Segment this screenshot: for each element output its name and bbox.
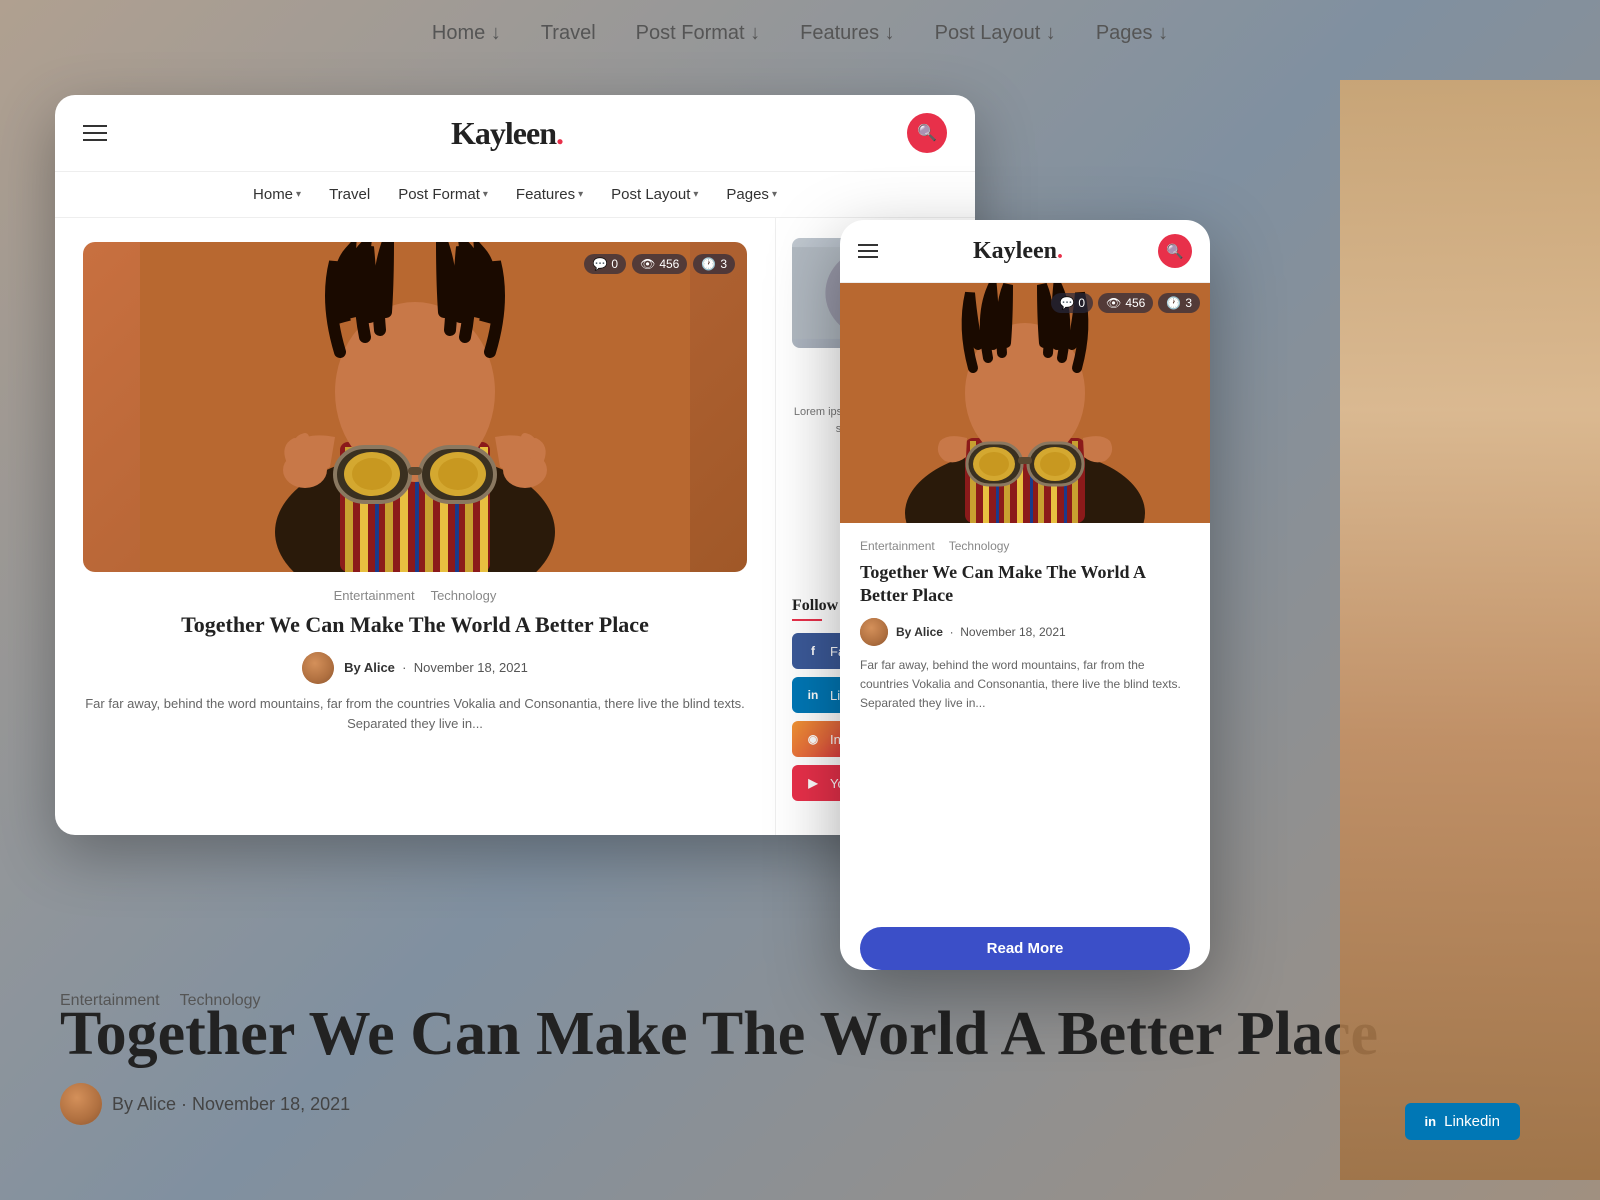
likes-badge: 🕐 3 xyxy=(693,254,735,274)
nav-home[interactable]: Home ▾ xyxy=(253,186,301,203)
nav-postlayout[interactable]: Post Layout ▾ xyxy=(611,186,698,203)
follow-divider xyxy=(792,619,822,621)
instagram-icon: ◉ xyxy=(804,730,822,748)
mobile-hamburger-line2 xyxy=(858,250,878,252)
mobile-article-title: Together We Can Make The World A Better … xyxy=(860,561,1190,608)
article-cat-technology[interactable]: Technology xyxy=(431,588,497,603)
bg-nav-home[interactable]: Home ↓ xyxy=(432,22,501,45)
mobile-hamburger-line1 xyxy=(858,244,878,246)
nav-pages[interactable]: Pages ▾ xyxy=(726,186,777,203)
mobile-likes-icon: 🕐 xyxy=(1166,296,1181,310)
mobile-article-excerpt: Far far away, behind the word mountains,… xyxy=(860,656,1190,714)
bg-right-panel xyxy=(1340,80,1600,1180)
desktop-nav: Home ▾ Travel Post Format ▾ Features ▾ P… xyxy=(55,172,975,218)
mobile-author-name: By Alice xyxy=(896,625,943,639)
mobile-mockup: Kayleen. 🔍 xyxy=(840,220,1210,970)
mobile-content: Entertainment Technology Together We Can… xyxy=(840,523,1210,913)
mobile-hamburger-line3 xyxy=(858,256,878,258)
article-author-row: By Alice · November 18, 2021 xyxy=(83,652,747,684)
bg-nav-pages[interactable]: Pages ↓ xyxy=(1096,22,1168,45)
bg-nav-travel[interactable]: Travel xyxy=(541,22,596,45)
mobile-article-badges: 💬 0 👁 456 🕐 3 xyxy=(1051,293,1200,313)
author-avatar xyxy=(302,652,334,684)
linkedin-icon: in xyxy=(804,686,822,704)
mobile-article-date: November 18, 2021 xyxy=(960,625,1065,639)
views-icon: 👁 xyxy=(640,257,655,271)
mobile-header: Kayleen. 🔍 xyxy=(840,220,1210,283)
hamburger-line3 xyxy=(83,139,107,141)
bg-nav-postformat[interactable]: Post Format ↓ xyxy=(636,22,760,45)
likes-icon: 🕐 xyxy=(701,257,716,271)
hamburger-menu-button[interactable] xyxy=(83,125,107,141)
comments-badge: 💬 0 xyxy=(584,254,626,274)
bg-author-avatar xyxy=(60,1083,102,1125)
mobile-author-avatar xyxy=(860,618,888,646)
youtube-icon: ▶ xyxy=(804,774,822,792)
article-excerpt: Far far away, behind the word mountains,… xyxy=(83,694,747,736)
mobile-views-icon: 👁 xyxy=(1106,296,1121,310)
article-title: Together We Can Make The World A Better … xyxy=(83,611,747,640)
desktop-mockup: Kayleen. 🔍 Home ▾ Travel Post Format ▾ F… xyxy=(55,95,975,835)
article-categories: Entertainment Technology xyxy=(83,588,747,603)
hamburger-line2 xyxy=(83,132,107,134)
linkedin-icon: in xyxy=(1425,1114,1437,1129)
mobile-cat-technology[interactable]: Technology xyxy=(949,539,1010,553)
logo-text: Kayleen xyxy=(451,115,556,151)
nav-pages-chevron: ▾ xyxy=(772,189,777,200)
mobile-author-row: By Alice · November 18, 2021 xyxy=(860,618,1190,646)
author-info: By Alice · November 18, 2021 xyxy=(344,660,528,675)
nav-features-chevron: ▾ xyxy=(578,189,583,200)
mobile-comment-icon: 💬 xyxy=(1059,296,1074,310)
nav-postformat-chevron: ▾ xyxy=(483,189,488,200)
bg-nav-features[interactable]: Features ↓ xyxy=(800,22,894,45)
mobile-logo-dot: . xyxy=(1057,238,1063,264)
linkedin-label: Linkedin xyxy=(1444,1113,1500,1130)
mobile-logo: Kayleen. xyxy=(973,238,1063,265)
nav-features[interactable]: Features ▾ xyxy=(516,186,583,203)
desktop-content: 💬 0 👁 456 🕐 3 Entertainment Technol xyxy=(55,218,975,835)
main-article: 💬 0 👁 456 🕐 3 Entertainment Technol xyxy=(55,218,775,835)
mobile-likes-badge: 🕐 3 xyxy=(1158,293,1200,313)
nav-home-chevron: ▾ xyxy=(296,189,301,200)
mobile-article-image: 💬 0 👁 456 🕐 3 xyxy=(840,283,1210,523)
search-icon: 🔍 xyxy=(917,123,937,143)
bg-nav-postlayout[interactable]: Post Layout ↓ xyxy=(935,22,1056,45)
mobile-search-button[interactable]: 🔍 xyxy=(1158,234,1192,268)
desktop-search-button[interactable]: 🔍 xyxy=(907,113,947,153)
article-image: 💬 0 👁 456 🕐 3 xyxy=(83,242,747,572)
article-badges: 💬 0 👁 456 🕐 3 xyxy=(584,254,735,274)
bg-nav: Home ↓ Travel Post Format ↓ Features ↓ P… xyxy=(0,22,1600,45)
author-name: By Alice xyxy=(344,660,395,675)
nav-postformat[interactable]: Post Format ▾ xyxy=(398,186,488,203)
desktop-header: Kayleen. 🔍 xyxy=(55,95,975,172)
comment-icon: 💬 xyxy=(592,257,607,271)
nav-travel[interactable]: Travel xyxy=(329,186,370,203)
article-cat-entertainment[interactable]: Entertainment xyxy=(334,588,415,603)
mobile-views-badge: 👁 456 xyxy=(1098,293,1153,313)
views-badge: 👁 456 xyxy=(632,254,687,274)
bg-author-text: By Alice · November 18, 2021 xyxy=(112,1094,350,1115)
facebook-icon: f xyxy=(804,642,822,660)
mobile-hamburger-button[interactable] xyxy=(858,244,878,258)
logo-dot: . xyxy=(556,115,563,151)
desktop-logo: Kayleen. xyxy=(451,115,563,152)
bg-linkedin-button[interactable]: in Linkedin xyxy=(1405,1103,1520,1140)
bg-author-row: By Alice · November 18, 2021 xyxy=(60,1083,350,1125)
read-more-button[interactable]: Read More xyxy=(860,927,1190,970)
mobile-categories: Entertainment Technology xyxy=(860,539,1190,553)
nav-postlayout-chevron: ▾ xyxy=(693,189,698,200)
mobile-search-icon: 🔍 xyxy=(1166,243,1183,260)
hamburger-line1 xyxy=(83,125,107,127)
article-date: November 18, 2021 xyxy=(414,660,528,675)
mobile-comments-badge: 💬 0 xyxy=(1051,293,1093,313)
mobile-author-info: By Alice · November 18, 2021 xyxy=(896,625,1066,639)
mobile-cat-entertainment[interactable]: Entertainment xyxy=(860,539,935,553)
